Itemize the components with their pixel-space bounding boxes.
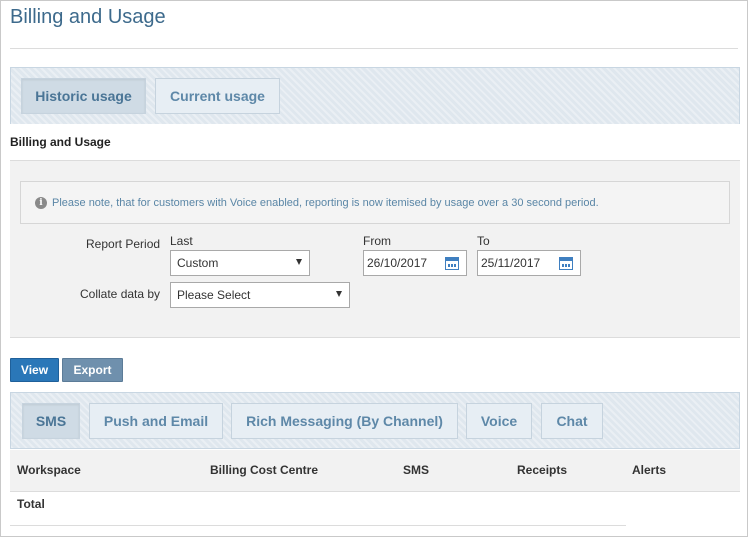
last-period-select[interactable]: Custom [170,250,310,276]
column-header-billing-cost-centre[interactable]: Billing Cost Centre [210,463,318,477]
from-date-field[interactable]: 26/10/2017 [363,250,467,276]
to-date-field[interactable]: 25/11/2017 [477,250,581,276]
info-icon: i [35,196,47,209]
from-label: From [363,234,391,248]
report-form-panel: i Please note, that for customers with V… [10,161,740,338]
to-label: To [477,234,490,248]
tab-sms[interactable]: SMS [22,403,80,439]
tab-rich-messaging[interactable]: Rich Messaging (By Channel) [231,403,458,439]
report-period-label: Report Period [86,237,161,251]
table-total-row: Total [10,493,626,526]
chevron-down-icon [336,291,342,297]
tab-current-usage[interactable]: Current usage [155,78,280,114]
collate-label: Collate data by [80,287,161,301]
collate-value: Please Select [177,288,251,302]
page-title: Billing and Usage [10,6,166,28]
tab-chat[interactable]: Chat [541,403,603,439]
tab-push-and-email[interactable]: Push and Email [89,403,223,439]
to-date-value: 25/11/2017 [481,256,541,270]
from-date-value: 26/10/2017 [367,256,428,270]
usage-tab-bar: Historic usage Current usage [10,67,740,124]
notice-text: Please note, that for customers with Voi… [52,196,599,209]
voice-notice: i Please note, that for customers with V… [20,181,730,224]
column-header-alerts[interactable]: Alerts [632,463,666,477]
tab-historic-usage[interactable]: Historic usage [21,78,146,114]
last-label: Last [170,234,193,248]
last-period-value: Custom [177,256,219,270]
channel-tab-bar: SMS Push and Email Rich Messaging (By Ch… [10,392,740,449]
total-label: Total [17,497,45,511]
view-button[interactable]: View [10,358,59,382]
column-header-receipts[interactable]: Receipts [517,463,567,477]
title-divider [10,48,738,49]
collate-select[interactable]: Please Select [170,282,350,308]
usage-table-header: Workspace Billing Cost Centre SMS Receip… [10,450,740,492]
section-heading: Billing and Usage [10,135,111,149]
tab-voice[interactable]: Voice [466,403,532,439]
column-header-sms[interactable]: SMS [403,463,429,477]
chevron-down-icon [296,259,302,265]
calendar-icon[interactable] [445,257,459,270]
export-button[interactable]: Export [62,358,123,382]
column-header-workspace[interactable]: Workspace [17,463,81,477]
calendar-icon[interactable] [559,257,573,270]
